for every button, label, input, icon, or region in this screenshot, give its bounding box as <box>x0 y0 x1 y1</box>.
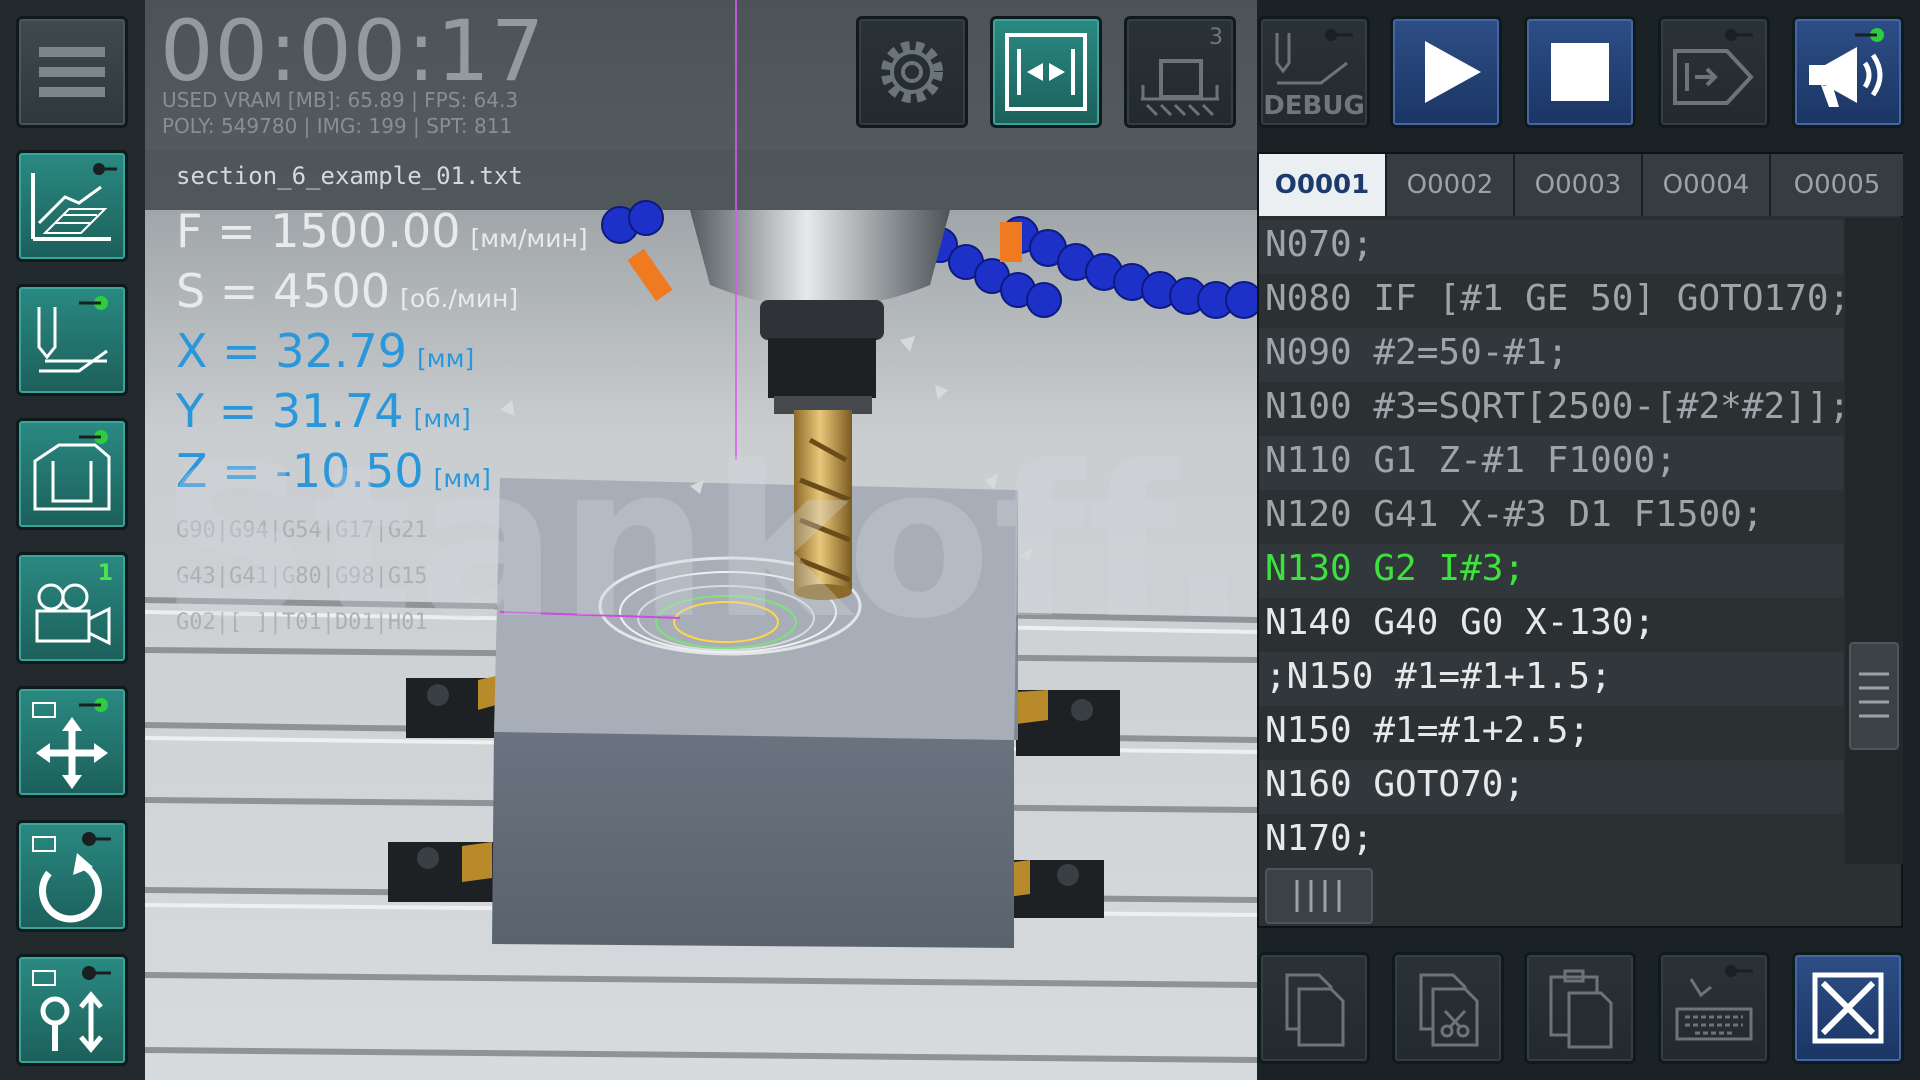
machine-view-toggle[interactable] <box>16 418 128 530</box>
gear-icon <box>881 41 943 103</box>
render-stats-line-2: POLY: 549780 | IMG: 199 | SPT: 811 <box>162 114 513 138</box>
chart-grid-icon <box>31 163 117 241</box>
sound-toggle-button[interactable] <box>1792 16 1904 128</box>
camera-zoom-toggle[interactable] <box>16 954 128 1066</box>
code-line[interactable]: N120 G41 X-#3 D1 F1500; <box>1265 494 1764 535</box>
code-line[interactable]: N140 G40 G0 X-130; <box>1265 602 1655 643</box>
workpiece-icon <box>1141 59 1219 117</box>
tool-path-icon <box>37 296 108 373</box>
elapsed-timer: 00:00:17 <box>160 2 546 100</box>
code-line[interactable]: N160 GOTO70; <box>1265 764 1525 805</box>
vertical-scroll-thumb[interactable] <box>1849 642 1899 750</box>
machine-icon <box>33 430 111 511</box>
stop-button[interactable] <box>1524 16 1636 128</box>
scissors-icon <box>1419 973 1479 1047</box>
video-camera-icon <box>35 583 111 646</box>
code-line[interactable]: ;N150 #1=#1+1.5; <box>1265 656 1612 697</box>
vertical-scrollbar[interactable] <box>1845 218 1903 864</box>
stop-icon <box>1551 43 1609 101</box>
horizontal-scroll-thumb[interactable] <box>1265 868 1373 924</box>
step-forward-icon <box>1673 29 1754 105</box>
camera-zoom-icon <box>32 966 111 1053</box>
single-block-button[interactable] <box>1658 16 1770 128</box>
cut-button[interactable] <box>1392 952 1504 1064</box>
tab-o0002[interactable]: O0002 <box>1387 154 1515 216</box>
x-position-readout: X = 32.79 [мм] <box>176 324 475 378</box>
code-line[interactable]: N150 #1=#1+2.5; <box>1265 710 1590 751</box>
grip-lines-icon <box>1295 880 1341 912</box>
hamburger-icon <box>39 47 105 97</box>
copy-button[interactable] <box>1258 952 1370 1064</box>
keyboard-button[interactable] <box>1658 952 1770 1064</box>
code-line-current[interactable]: N130 G2 I#3; <box>1265 548 1525 589</box>
code-line[interactable]: N090 #2=50-#1; <box>1265 332 1568 373</box>
debug-label: DEBUG <box>1263 91 1365 121</box>
camera-rotate-toggle[interactable] <box>16 820 128 932</box>
code-line[interactable]: N100 #3=SQRT[2500-[#2*#2]]; <box>1265 386 1843 427</box>
close-icon <box>1812 972 1884 1044</box>
camera-pan-toggle[interactable] <box>16 686 128 798</box>
toolpath-graph-toggle[interactable] <box>16 150 128 262</box>
code-line[interactable]: N170; <box>1265 818 1373 859</box>
camera-move-icon <box>32 698 108 789</box>
tab-o0004[interactable]: O0004 <box>1643 154 1771 216</box>
code-listing[interactable]: N070; N080 IF [#1 GE 50] GOTO170; N090 #2=… <box>1259 218 1843 864</box>
code-line[interactable]: N070; <box>1265 224 1373 265</box>
camera-select-button[interactable]: 1 <box>16 552 128 664</box>
camera-rotate-icon <box>32 832 111 923</box>
keyboard-icon <box>1675 965 1753 1041</box>
close-editor-button[interactable] <box>1792 952 1904 1064</box>
code-line[interactable]: N110 G1 Z-#1 F1000; <box>1265 440 1677 481</box>
left-toolbar: 1 <box>0 0 145 1080</box>
door-close-icon <box>1005 33 1087 111</box>
tab-o0005[interactable]: O0005 <box>1771 154 1903 216</box>
tool-view-toggle[interactable] <box>16 284 128 396</box>
workpiece-setup-button[interactable]: 3 <box>1124 16 1236 128</box>
paste-button[interactable] <box>1524 952 1636 1064</box>
copy-icon <box>1285 973 1345 1047</box>
play-button[interactable] <box>1390 16 1502 128</box>
debug-button[interactable]: DEBUG <box>1258 16 1370 128</box>
code-line[interactable]: N080 IF [#1 GE 50] GOTO170; <box>1265 278 1843 319</box>
spindle-speed-readout: S = 4500 [об./мин] <box>176 264 519 318</box>
grip-lines-icon <box>1859 672 1889 718</box>
program-filename: section_6_example_01.txt <box>176 162 523 190</box>
render-stats-line-1: USED VRAM [MB]: 65.89 | FPS: 64.3 <box>162 88 519 112</box>
paste-icon <box>1549 969 1613 1049</box>
door-toggle-button[interactable] <box>990 16 1102 128</box>
feed-readout: F = 1500.00 [мм/мин] <box>176 204 588 258</box>
settings-button[interactable] <box>856 16 968 128</box>
tab-o0003[interactable]: O0003 <box>1515 154 1643 216</box>
program-editor: O0001 O0002 O0003 O0004 O0005 N070; N080 … <box>1257 152 1903 928</box>
menu-button[interactable] <box>16 16 128 128</box>
tab-o0001[interactable]: O0001 <box>1259 154 1387 216</box>
megaphone-icon <box>1809 28 1884 107</box>
play-icon <box>1425 41 1481 103</box>
